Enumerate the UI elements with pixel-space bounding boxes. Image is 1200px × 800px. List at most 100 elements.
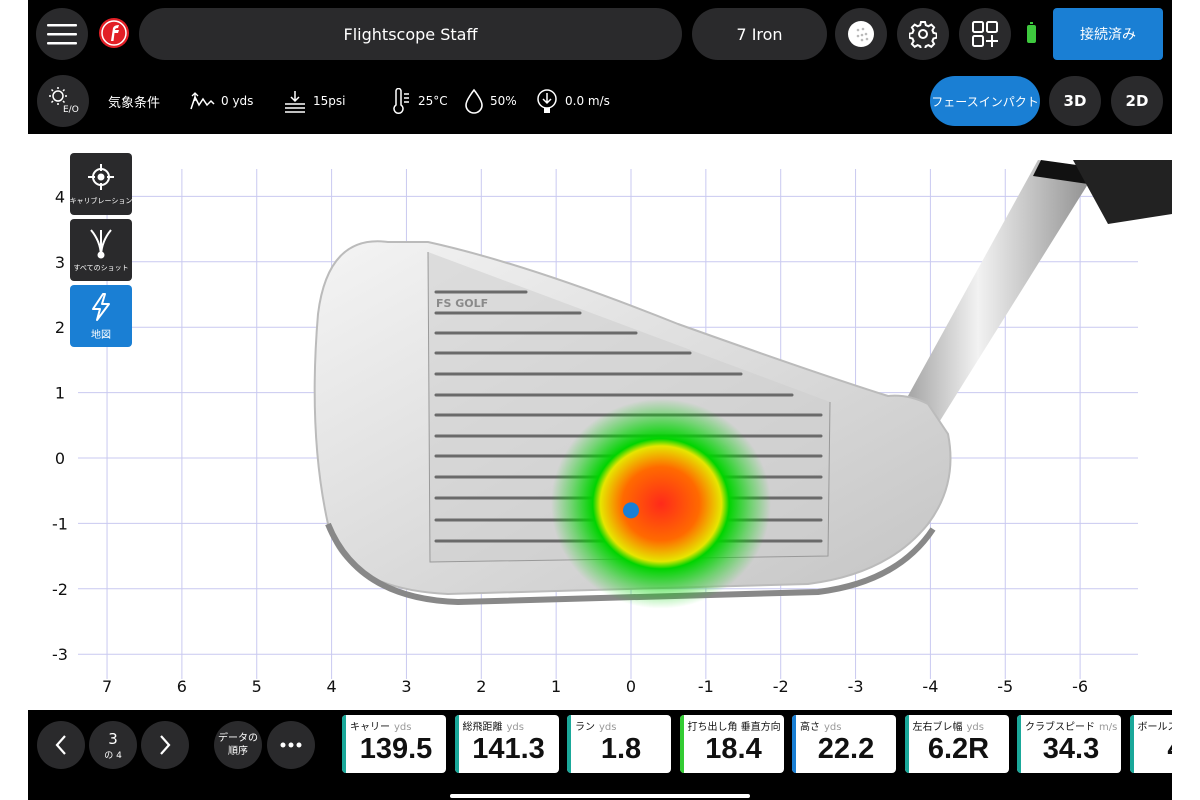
stat-unit: yds: [966, 722, 984, 733]
face-impact-chart: FS GOLF 7 6 5 4 3 2 1 0 -1 -2 -3 -4 -5 -6 4 3 2 1 0 -1 -2 -3: [52, 160, 1172, 696]
hamburger-icon: [47, 24, 77, 45]
gear-icon: [909, 21, 937, 48]
y-tick-label: -3: [52, 645, 68, 664]
stat-title: 高さ yds: [800, 718, 841, 733]
face-impact-view: FS GOLF 7 6 5 4 3 2 1 0 -1 -2 -3 -4 -5 -6 4 3 2 1 0 -1 -2 -3 …: [28, 134, 1172, 710]
stat-value: 141.3: [472, 733, 545, 765]
all-shots-label: すべてのショット: [73, 264, 129, 272]
stat-title-text: 総飛距離: [462, 722, 503, 733]
club-grip: [1073, 160, 1172, 224]
shot-counter: 3 の 4: [89, 721, 137, 769]
stat-unit: yds: [506, 722, 524, 733]
y-tick-label: 3: [55, 253, 65, 272]
view-2d-button[interactable]: 2D: [1111, 76, 1163, 126]
previous-shot-button[interactable]: [37, 721, 85, 769]
club-selector[interactable]: 7 Iron: [692, 8, 827, 60]
pressure-value: 15psi: [313, 94, 346, 108]
x-tick-label: 1: [551, 677, 561, 696]
view-3d-button[interactable]: 3D: [1049, 76, 1101, 126]
map-label: 地図: [91, 329, 111, 341]
player-name-field[interactable]: Flightscope Staff: [139, 8, 682, 60]
stat-card[interactable]: キャリー yds 139.5: [342, 715, 446, 773]
water-drop-icon: [465, 88, 483, 114]
y-tick-label: 4: [55, 187, 65, 206]
map-button[interactable]: 地図: [70, 285, 132, 347]
stat-title: キャリー yds: [350, 718, 411, 733]
y-tick-label: -1: [52, 514, 68, 533]
wind-icon: [537, 89, 557, 113]
x-tick-label: 0: [626, 677, 636, 696]
impact-heatmap: [550, 398, 771, 609]
stat-card[interactable]: 左右ブレ幅 yds 6.2R: [904, 715, 1009, 773]
stat-unit: yds: [394, 722, 412, 733]
elevation-icon: [190, 92, 215, 110]
stat-title: 総飛距離 yds: [463, 718, 524, 733]
calibration-label: キャリブレーション: [69, 197, 133, 205]
x-tick-label: -3: [848, 677, 864, 696]
x-tick-label: -1: [698, 677, 714, 696]
face-impact-button[interactable]: フェースインパクト: [930, 76, 1040, 126]
stat-card[interactable]: ボールスピード45: [1129, 715, 1173, 773]
elevation-item: 0 yds: [189, 88, 253, 114]
humidity-item: 50%: [464, 88, 517, 114]
stat-card[interactable]: クラブスピード m/s 34.3: [1017, 715, 1121, 773]
more-button[interactable]: [267, 721, 315, 769]
x-tick-label: -2: [773, 677, 789, 696]
x-tick-label: 5: [252, 677, 262, 696]
conditions-label-text: 気象条件: [108, 95, 161, 111]
wind-value: 0.0 m/s: [565, 94, 610, 108]
stat-title-text: 高さ: [800, 722, 820, 733]
home-indicator[interactable]: [450, 794, 750, 798]
y-tick-label: 0: [55, 449, 65, 468]
all-shots-button[interactable]: すべてのショット: [70, 219, 132, 281]
crosshair-icon: [88, 164, 114, 190]
menu-button[interactable]: [36, 8, 88, 60]
ball-button[interactable]: [835, 8, 887, 60]
stat-value: 34.3: [1042, 733, 1100, 765]
y-tick-label: -2: [52, 580, 68, 599]
golf-ball-icon: [848, 21, 874, 47]
next-shot-button[interactable]: [141, 721, 189, 769]
stat-title-text: 左右ブレ幅: [912, 722, 963, 733]
impact-point: [623, 502, 639, 519]
weather-toggle-button[interactable]: E/O: [37, 75, 89, 127]
x-tick-label: -6: [1072, 677, 1088, 696]
wind-item: 0.0 m/s: [535, 88, 610, 114]
x-tick-label: 2: [476, 677, 486, 696]
stat-title: ラン yds: [575, 718, 616, 733]
stat-unit: m/s: [1099, 722, 1118, 733]
x-tick-label: 3: [401, 677, 411, 696]
add-widget-button[interactable]: [959, 8, 1011, 60]
temperature-item: 25°C: [390, 88, 448, 114]
stat-value: 22.2: [817, 733, 875, 765]
x-tick-label: 7: [102, 677, 112, 696]
conditions-bar: E/O 気象条件 0 yds 15psi 25°C 50% 0.0 m/s フェ…: [28, 68, 1172, 134]
app-screen: Flightscope Staff 7 Iron 接続済み E/O 気象条件 0…: [28, 0, 1172, 800]
battery-icon: [1027, 22, 1036, 43]
y-tick-label: 1: [55, 384, 65, 403]
stat-unit: yds: [824, 722, 842, 733]
stat-card[interactable]: 総飛距離 yds 141.3: [454, 715, 559, 773]
stat-title-text: 打ち出し角 垂直方向: [687, 722, 781, 733]
chevron-left-icon: [55, 735, 66, 755]
bottom-bar: 3 の 4 データの 順序 キャリー yds 139.5 総飛距離 yds 141.3 ラン…: [28, 710, 1172, 800]
stat-title-text: クラブスピード: [1025, 722, 1095, 733]
stat-title: 打ち出し角 垂直方向°: [688, 718, 784, 733]
stat-card[interactable]: ラン yds 1.8: [567, 715, 671, 773]
settings-button[interactable]: [897, 8, 949, 60]
clubface-brand: FS GOLF: [436, 297, 488, 310]
flightscope-logo: [98, 17, 130, 49]
more-dots-icon: [280, 742, 302, 748]
pressure-item: 15psi: [283, 88, 345, 114]
x-tick-label: -5: [997, 677, 1013, 696]
data-order-button[interactable]: データの 順序: [214, 721, 262, 769]
lightning-icon: [92, 292, 110, 321]
stat-title-text: ボールスピード: [1137, 722, 1173, 733]
elevation-value: 0 yds: [221, 94, 254, 108]
stat-card[interactable]: 打ち出し角 垂直方向°18.4: [679, 715, 784, 773]
stat-card[interactable]: 高さ yds 22.2: [792, 715, 896, 773]
shot-trajectory-icon: [90, 229, 112, 259]
calibration-button[interactable]: キャリブレーション: [70, 153, 132, 215]
connection-button[interactable]: 接続済み: [1053, 8, 1163, 60]
x-tick-label: -4: [922, 677, 938, 696]
